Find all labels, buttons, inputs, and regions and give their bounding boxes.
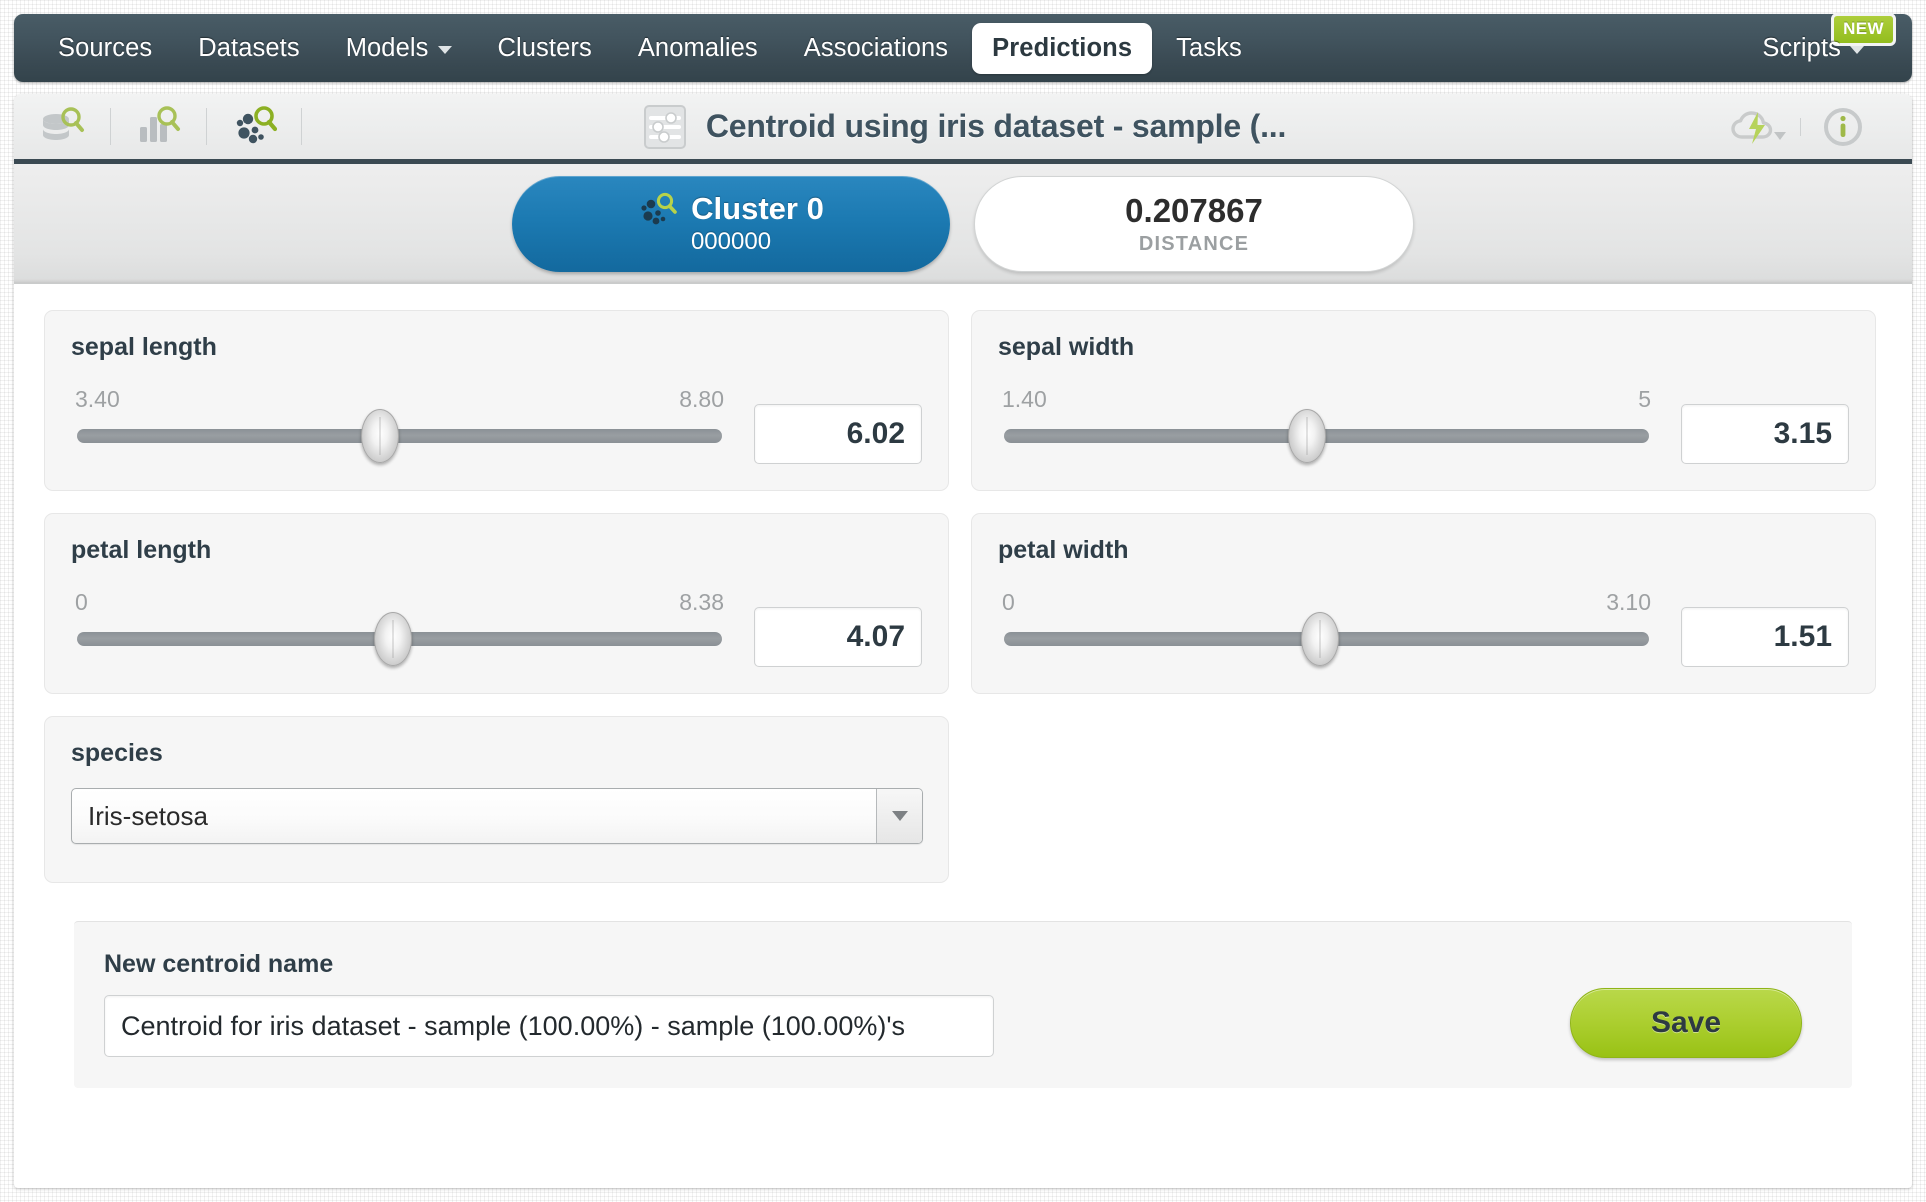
cloud-action-button[interactable]: [1714, 106, 1800, 148]
slider-thumb[interactable]: [361, 409, 400, 463]
chevron-down-icon: [437, 45, 452, 54]
slider-thumb[interactable]: [374, 612, 413, 666]
field-card-species: species Iris-setosa: [44, 716, 949, 883]
cluster-search-button[interactable]: [206, 94, 302, 159]
model-search-icon: [140, 105, 180, 142]
nav-label: Scripts: [1762, 33, 1841, 62]
fields-grid: sepal length 3.40 8.80 6.02 sepal width …: [44, 310, 1882, 883]
nav-item-sources[interactable]: Sources: [36, 25, 174, 72]
field-value-input[interactable]: 1.51: [1681, 607, 1849, 667]
nav-item-associations[interactable]: Associations: [782, 25, 970, 72]
info-icon: [1824, 107, 1862, 146]
nav-label: Associations: [803, 33, 949, 62]
cluster-icon: [641, 192, 677, 225]
field-card-sepal-length: sepal length 3.40 8.80 6.02: [44, 310, 949, 491]
slider-min-label: 3.40: [75, 386, 120, 412]
centroid-name-label: New centroid name: [104, 950, 334, 978]
field-card-petal-width: petal width 0 3.10 1.51: [971, 513, 1876, 694]
nav-item-models[interactable]: Models: [324, 25, 474, 72]
dataset-search-button[interactable]: [14, 94, 110, 159]
slider-thumb[interactable]: [1301, 612, 1340, 666]
distance-value: 0.207867: [1125, 191, 1263, 229]
slider-area: 3.40 8.80: [71, 382, 728, 463]
slider-max-label: 8.38: [679, 589, 724, 615]
field-card-petal-length: petal length 0 8.38 4.07: [44, 513, 949, 694]
species-selected-value: Iris-setosa: [88, 800, 208, 831]
field-slider-row: 1.40 5 3.15: [998, 382, 1849, 464]
chevron-down-icon: [1850, 45, 1864, 54]
slider-min-label: 0: [1002, 589, 1015, 615]
nav-item-anomalies[interactable]: Anomalies: [616, 25, 780, 72]
field-value-input[interactable]: 4.07: [754, 607, 922, 667]
toolbar-icon-group: [14, 94, 302, 159]
cloud-action-icon: [1731, 110, 1786, 144]
fields-content: sepal length 3.40 8.80 6.02 sepal width …: [14, 284, 1912, 1088]
field-value-input[interactable]: 6.02: [754, 404, 922, 464]
field-slider-row: 0 3.10 1.51: [998, 585, 1849, 667]
field-label: sepal length: [71, 333, 217, 361]
nav-label: Sources: [58, 33, 153, 62]
species-select[interactable]: Iris-setosa: [71, 788, 923, 844]
slider-track[interactable]: [1004, 612, 1649, 666]
slider-area: 0 3.10: [998, 585, 1655, 666]
field-card-sepal-width: sepal width 1.40 5 3.15: [971, 310, 1876, 491]
app-root: Sources Datasets Models Clusters Anomali…: [0, 0, 1926, 1202]
field-slider-row: 0 8.38 4.07: [71, 585, 922, 667]
slider-max-label: 3.10: [1606, 589, 1651, 615]
nav-label: Models: [345, 33, 429, 62]
slider-track[interactable]: [1004, 409, 1649, 463]
cluster-name: Cluster 0: [691, 191, 824, 226]
cluster-id: 000000: [690, 228, 772, 255]
slider-area: 1.40 5: [998, 382, 1655, 463]
distance-label: DISTANCE: [1138, 232, 1250, 255]
resource-toolbar: Centroid using iris dataset - sample (..…: [14, 94, 1912, 164]
info-button[interactable]: [1800, 104, 1886, 150]
save-panel: New centroid name Centroid for iris data…: [74, 921, 1852, 1088]
cluster-search-icon: [236, 105, 277, 143]
nav-right-group: NEW Scripts: [1740, 12, 1912, 72]
nav-item-datasets[interactable]: Datasets: [176, 25, 321, 72]
content-window: Centroid using iris dataset - sample (..…: [14, 94, 1912, 1188]
cluster-result-top: Cluster 0: [638, 191, 824, 227]
nav-item-tasks[interactable]: Tasks: [1154, 25, 1264, 72]
page-title: Centroid using iris dataset - sample (..…: [705, 108, 1287, 144]
slider-min-label: 1.40: [1002, 386, 1047, 412]
main-navbar: Sources Datasets Models Clusters Anomali…: [14, 12, 1912, 82]
slider-thumb[interactable]: [1288, 409, 1327, 463]
distance-pill: 0.207867 DISTANCE: [974, 175, 1414, 272]
save-button[interactable]: Save: [1570, 988, 1802, 1058]
slider-area: 0 8.38: [71, 585, 728, 666]
prediction-sliders-icon: [643, 104, 686, 149]
nav-label: Clusters: [497, 33, 592, 62]
centroid-name-input[interactable]: Centroid for iris dataset - sample (100.…: [104, 995, 994, 1057]
slider-track[interactable]: [77, 409, 722, 463]
field-label: species: [71, 739, 163, 767]
field-label: petal width: [998, 536, 1129, 564]
save-left-group: New centroid name Centroid for iris data…: [104, 950, 1570, 1057]
field-value-input[interactable]: 3.15: [1681, 404, 1849, 464]
dataset-search-icon: [43, 106, 84, 140]
field-label: sepal width: [998, 333, 1135, 361]
field-label: petal length: [71, 536, 212, 564]
nav-label: Tasks: [1176, 33, 1242, 62]
nav-item-predictions[interactable]: Predictions: [972, 22, 1153, 74]
model-search-button[interactable]: [110, 94, 206, 159]
slider-track[interactable]: [77, 612, 722, 666]
slider-range-labels: 3.40 8.80: [71, 386, 728, 419]
cluster-result-pill[interactable]: Cluster 0 000000: [512, 175, 950, 272]
nav-label: Anomalies: [637, 33, 758, 62]
nav-label: Datasets: [198, 33, 300, 62]
nav-label: Predictions: [992, 33, 1133, 62]
slider-min-label: 0: [75, 589, 88, 615]
cluster-result-strip: Cluster 0 000000 0.207867 DISTANCE: [14, 164, 1912, 284]
nav-item-scripts[interactable]: Scripts: [1740, 25, 1886, 72]
chevron-down-icon[interactable]: [876, 789, 922, 843]
field-slider-row: 3.40 8.80 6.02: [71, 382, 922, 464]
nav-items: Sources Datasets Models Clusters Anomali…: [14, 22, 1264, 74]
slider-max-label: 5: [1638, 386, 1651, 412]
slider-range-labels: 1.40 5: [998, 386, 1655, 419]
slider-max-label: 8.80: [679, 386, 724, 412]
toolbar-right-group: [1714, 94, 1912, 159]
nav-item-clusters[interactable]: Clusters: [476, 25, 614, 72]
